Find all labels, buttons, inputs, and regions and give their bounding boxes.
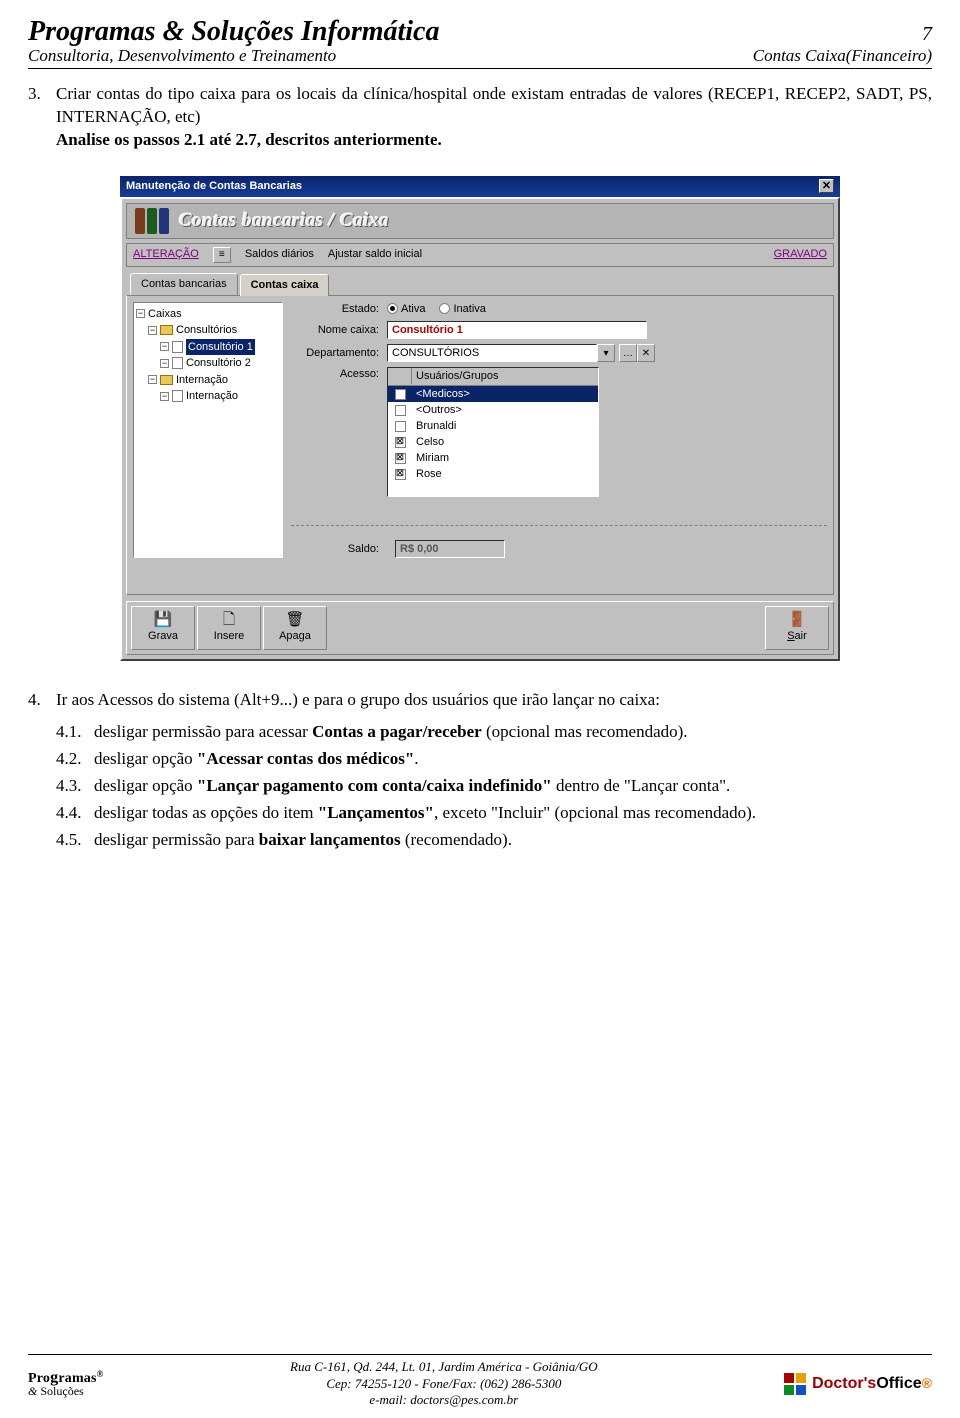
page-footer: Programas® &Soluções Rua C-161, Qd. 244,… <box>28 1354 932 1408</box>
sub-number: 4.1. <box>56 721 94 744</box>
sub-number: 4.4. <box>56 802 94 825</box>
dep-input[interactable]: CONSULTÓRIOS <box>387 344 597 362</box>
document-icon <box>172 390 183 402</box>
header-title: Programas & Soluções Informática <box>28 16 439 48</box>
exit-icon: 🚪 <box>788 612 807 627</box>
nome-input[interactable]: Consultório 1 <box>387 321 647 339</box>
grava-button[interactable]: 💾Grava <box>131 606 195 650</box>
item-3-number: 3. <box>28 83 56 152</box>
sub-number: 4.5. <box>56 829 94 852</box>
insere-button[interactable]: 🗋Insere <box>197 606 261 650</box>
saldo-label: Saldo: <box>291 542 387 557</box>
document-icon <box>172 341 183 353</box>
mode-link[interactable]: ALTERAÇÃO <box>133 247 199 262</box>
company-logo-left: Programas® &Soluções <box>28 1369 104 1399</box>
status-link: GRAVADO <box>774 247 827 262</box>
sair-button[interactable]: 🚪Sair <box>765 606 829 650</box>
list-header: Usuários/Grupos <box>412 368 598 385</box>
estado-label: Estado: <box>291 302 387 317</box>
header-sub-right: Contas Caixa(Financeiro) <box>753 46 932 66</box>
tab-strip: Contas bancarias Contas caixa <box>130 273 834 295</box>
saldos-button[interactable]: Saldos diários <box>245 247 314 262</box>
window-title: Manutenção de Contas Bancarias <box>126 179 302 194</box>
books-icon <box>135 208 169 234</box>
document-icon <box>172 357 183 369</box>
doctors-office-logo: Doctor'sOffice® <box>784 1373 932 1395</box>
list-item[interactable]: ⊠Rose <box>388 466 598 482</box>
list-icon[interactable]: ≡ <box>213 247 231 263</box>
sub-text: desligar opção "Acessar contas dos médic… <box>94 748 932 771</box>
titlebar: Manutenção de Contas Bancarias ✕ <box>120 176 840 197</box>
list-item[interactable]: <Outros> <box>388 402 598 418</box>
dropdown-icon[interactable]: ▾ <box>597 344 615 362</box>
delete-icon: 🗑 <box>285 612 304 627</box>
item-3-text: Criar contas do tipo caixa para os locai… <box>56 83 932 152</box>
ajustar-button[interactable]: Ajustar saldo inicial <box>328 247 422 262</box>
footer-address: Rua C-161, Qd. 244, Lt. 01, Jardim Améri… <box>290 1359 598 1408</box>
sublist-4: 4.1.desligar permissão para acessar Cont… <box>28 721 932 852</box>
lookup-button[interactable]: … <box>619 344 637 362</box>
acesso-label: Acesso: <box>291 367 387 382</box>
sub-text: desligar permissão para acessar Contas a… <box>94 721 932 744</box>
list-item[interactable]: ⊠Celso <box>388 434 598 450</box>
tree-view[interactable]: −Caixas −Consultórios −Consultório 1 −Co… <box>133 302 283 559</box>
list-item[interactable]: ⊠Miriam <box>388 450 598 466</box>
clear-icon[interactable]: ✕ <box>637 344 655 362</box>
folder-icon <box>160 375 173 385</box>
apaga-button[interactable]: 🗑Apaga <box>263 606 327 650</box>
banner-title: Contas bancarias / Caixa <box>179 208 389 234</box>
dep-label: Departamento: <box>291 346 387 361</box>
tab-caixa[interactable]: Contas caixa <box>240 274 330 296</box>
sub-text: desligar todas as opções do item "Lançam… <box>94 802 932 825</box>
tree-consultorios[interactable]: Consultórios <box>176 322 237 339</box>
button-bar: 💾Grava 🗋Insere 🗑Apaga 🚪Sair <box>126 601 834 655</box>
radio-ativa[interactable]: Ativa <box>387 302 425 317</box>
sub-number: 4.2. <box>56 748 94 771</box>
tree-consultorio-1[interactable]: Consultório 1 <box>186 339 255 356</box>
close-icon[interactable]: ✕ <box>819 179 834 193</box>
list-item[interactable]: Brunaldi <box>388 418 598 434</box>
sub-text: desligar permissão para baixar lançament… <box>94 829 932 852</box>
page-number: 7 <box>922 23 932 46</box>
folder-icon <box>160 325 173 335</box>
tree-internacao[interactable]: Internação <box>176 372 228 389</box>
list-item[interactable]: <Medicos> <box>388 386 598 402</box>
header-sub-left: Consultoria, Desenvolvimento e Treinamen… <box>28 46 336 66</box>
tab-bancarias[interactable]: Contas bancarias <box>130 273 238 295</box>
saldo-field: R$ 0,00 <box>395 540 505 558</box>
tree-consultorio-2[interactable]: Consultório 2 <box>186 355 251 372</box>
item-4-number: 4. <box>28 689 56 712</box>
tab-panel: −Caixas −Consultórios −Consultório 1 −Co… <box>126 295 834 595</box>
save-icon: 💾 <box>154 612 173 627</box>
nome-label: Nome caixa: <box>291 323 387 338</box>
toolbar: ALTERAÇÃO ≡ Saldos diários Ajustar saldo… <box>126 243 834 267</box>
item-4-text: Ir aos Acessos do sistema (Alt+9...) e p… <box>56 689 660 712</box>
new-icon: 🗋 <box>223 612 235 627</box>
page-header: Programas & Soluções Informática 7 Consu… <box>28 16 932 69</box>
banner: Contas bancarias / Caixa <box>126 203 834 239</box>
radio-inativa[interactable]: Inativa <box>439 302 485 317</box>
tree-root[interactable]: Caixas <box>148 306 182 323</box>
sub-text: desligar opção "Lançar pagamento com con… <box>94 775 932 798</box>
tree-internacao-leaf[interactable]: Internação <box>186 388 238 405</box>
logo-dots-icon <box>784 1373 806 1395</box>
acesso-listbox[interactable]: Usuários/Grupos <Medicos> <Outros> Bruna… <box>387 367 599 497</box>
sub-number: 4.3. <box>56 775 94 798</box>
app-window: Manutenção de Contas Bancarias ✕ Contas … <box>120 176 840 661</box>
